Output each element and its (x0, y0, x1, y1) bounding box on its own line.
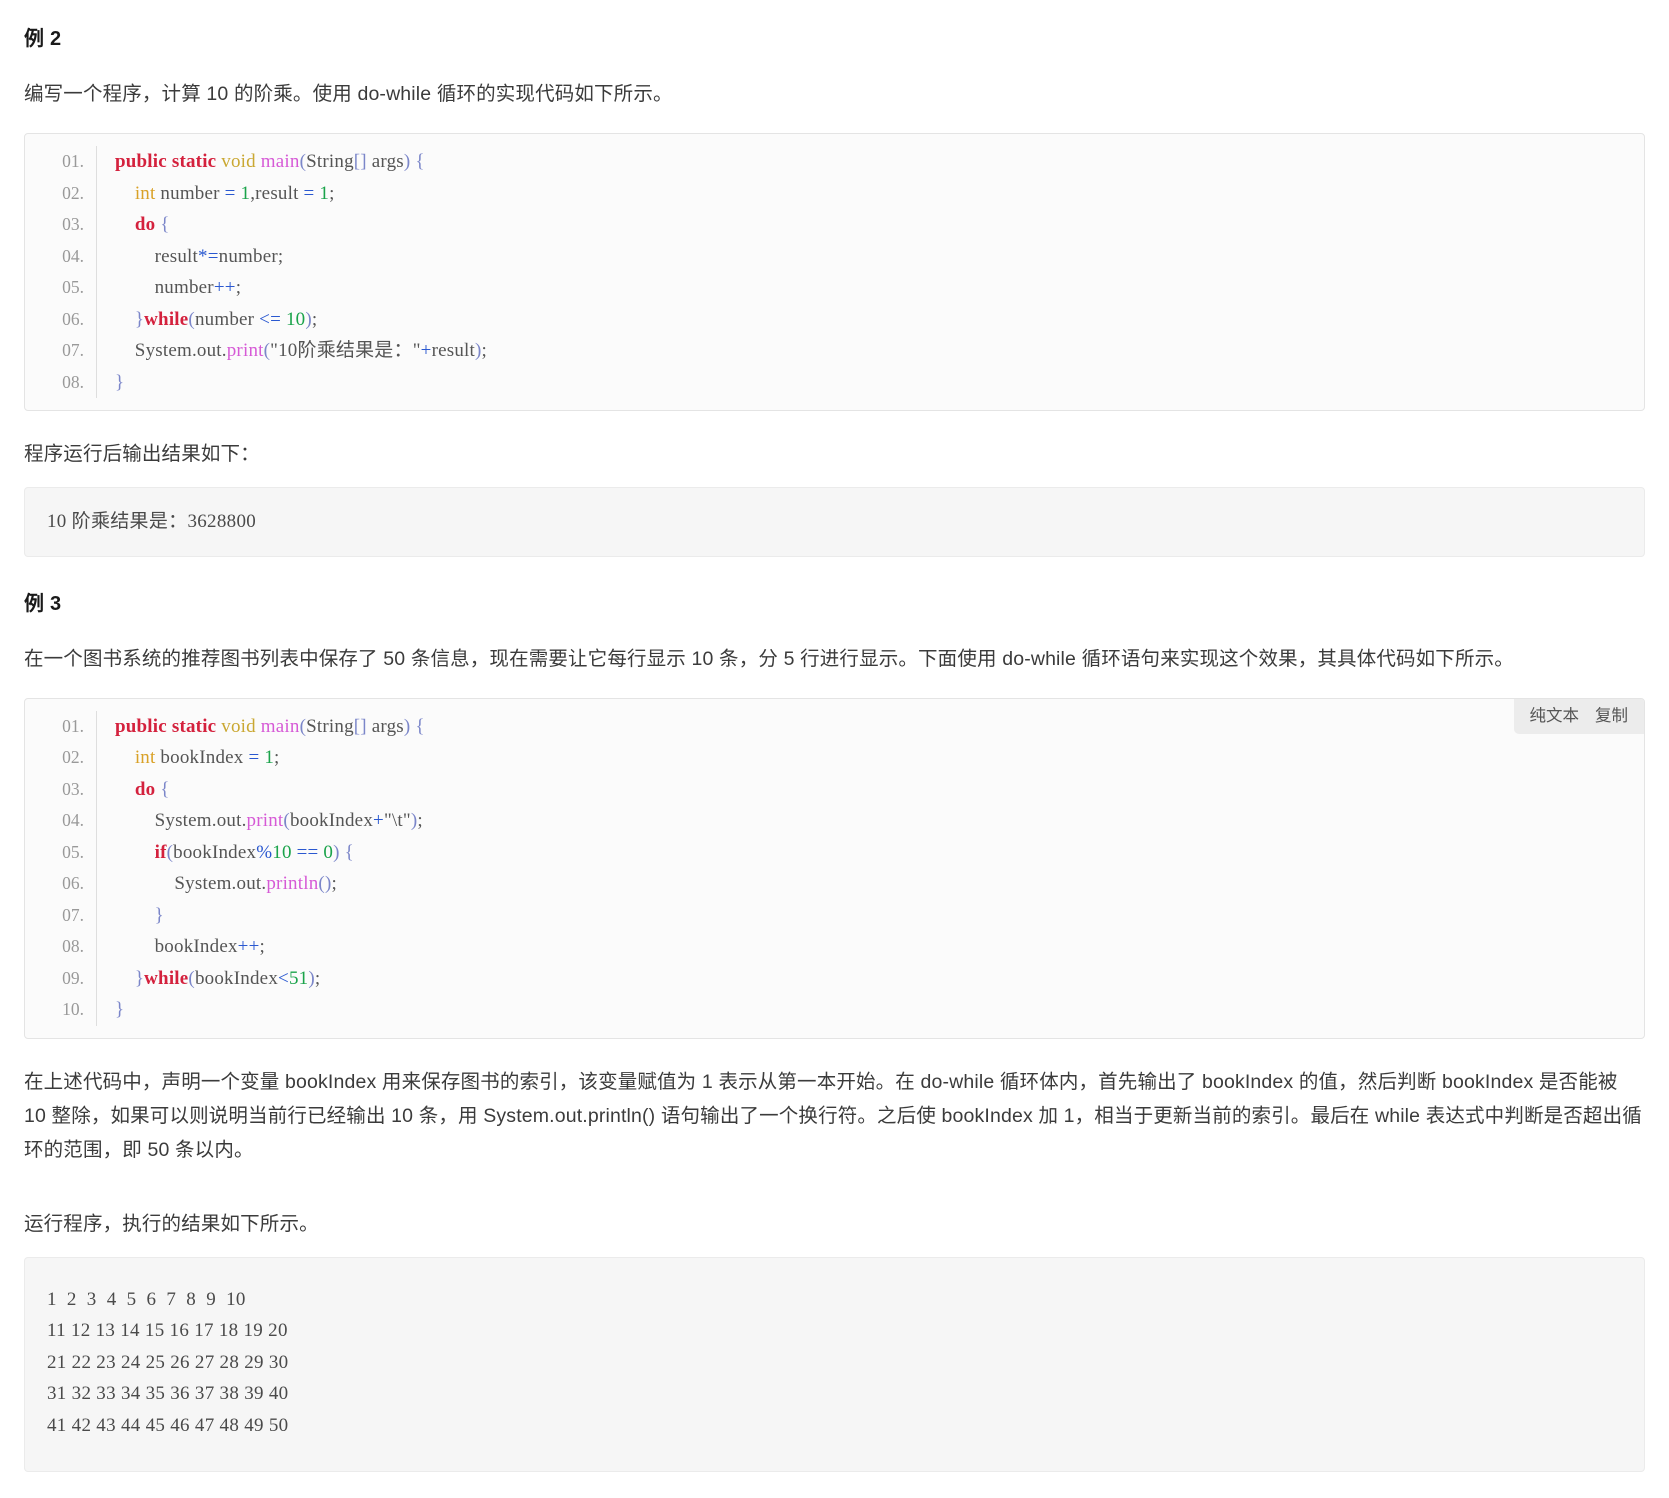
code-line: 02. int number = 1,result = 1; (25, 177, 1644, 209)
code-line-text: System.out.println(); (115, 873, 337, 894)
line-number: 05. (25, 836, 97, 868)
code-line: 06. System.out.println(); (25, 868, 1644, 900)
line-number: 03. (25, 209, 97, 241)
code-line: 02. int bookIndex = 1; (25, 742, 1644, 774)
line-number: 01. (25, 710, 97, 742)
code-line: 09. }while(bookIndex<51); (25, 962, 1644, 994)
line-number: 04. (25, 240, 97, 272)
line-number: 09. (25, 962, 97, 994)
code-line: 07. System.out.print("10阶乘结果是："+result); (25, 335, 1644, 367)
example-3-code-lines: 01. public static void main(String[] args… (25, 699, 1644, 1038)
code-line: 06. }while(number <= 10); (25, 303, 1644, 335)
output-row: 21 22 23 24 25 26 27 28 29 30 (47, 1351, 289, 1373)
example-2-code-block: 01. public static void main(String[] args… (24, 133, 1645, 411)
example-2-output-box: 10 阶乘结果是：3628800 (24, 487, 1645, 557)
code-line-text: } (154, 904, 164, 926)
line-number: 07. (25, 335, 97, 367)
example-3-heading: 例 3 (24, 592, 62, 615)
example-3-output-box: 1 2 3 4 5 6 7 8 9 10 11 12 13 14 15 16 17… (24, 1256, 1645, 1472)
code-line: 05. if(bookIndex%10 == 0) { (25, 836, 1644, 868)
code-line-text: System.out.print("10阶乘结果是："+result); (115, 340, 488, 361)
line-number: 08. (25, 366, 97, 398)
line-number: 02. (25, 742, 97, 774)
code-toolbar: 纯文本 复制 (1513, 698, 1644, 734)
code-line: 10.} (25, 994, 1644, 1026)
example-3-code-block: 纯文本 复制 01. public static void main(String… (24, 697, 1645, 1039)
code-line: 04. result*=number; (25, 240, 1644, 272)
output-row: 31 32 33 34 35 36 37 38 39 40 (47, 1383, 289, 1404)
code-line-text: int bookIndex = 1; (134, 747, 280, 768)
code-line-text: do { (134, 778, 170, 800)
code-line: 08. bookIndex++; (25, 931, 1644, 963)
copy-button[interactable]: 复制 (1595, 706, 1628, 726)
code-line-text: int number = 1,result = 1; (134, 182, 335, 204)
example-2-heading: 例 2 (24, 28, 62, 50)
code-line-text: public static void main(String[] args) { (115, 715, 425, 737)
output-row: 1 2 3 4 5 6 7 8 9 10 (47, 1288, 246, 1310)
output-row: 11 12 13 14 15 16 17 18 19 20 (47, 1320, 288, 1341)
code-line-text: } (115, 371, 125, 393)
code-line-text: number++; (115, 277, 242, 298)
example-3-run-caption: 运行程序，执行的结果如下所示。 (24, 1212, 319, 1235)
line-number: 07. (25, 899, 97, 931)
line-number: 06. (25, 868, 97, 900)
line-number: 08. (25, 931, 97, 963)
line-number: 06. (25, 303, 97, 335)
code-line-text: bookIndex++; (115, 936, 265, 957)
example-2-intro-paragraph: 编写一个程序，计算 10 的阶乘。使用 do-while 循环的实现代码如下所示… (24, 83, 673, 105)
line-number: 03. (25, 773, 97, 805)
example-3-intro-paragraph: 在一个图书系统的推荐图书列表中保存了 50 条信息，现在需要让它每行显示 10 … (24, 647, 1514, 670)
output-row: 41 42 43 44 45 46 47 48 49 50 (47, 1414, 289, 1436)
code-line-text: result*=number; (115, 245, 284, 267)
code-line-text: } (115, 999, 125, 1020)
code-line-text: System.out.print(bookIndex+"\t"); (115, 810, 423, 831)
code-line-text: do { (134, 214, 170, 235)
plain-text-button[interactable]: 纯文本 (1530, 706, 1580, 726)
example-3-explanation-paragraph: 在上述代码中，声明一个变量 bookIndex 用来保存图书的索引，该变量赋值为… (24, 1070, 1642, 1161)
code-line-text: }while(number <= 10); (134, 308, 318, 330)
line-number: 02. (25, 177, 97, 209)
code-line: 01. public static void main(String[] args… (25, 146, 1644, 178)
example-2-code-lines: 01. public static void main(String[] args… (25, 134, 1644, 410)
line-number: 05. (25, 272, 97, 304)
article-content: 例 2 编写一个程序，计算 10 的阶乘。使用 do-while 循环的实现代码… (0, 0, 1669, 1472)
code-line-text: public static void main(String[] args) { (115, 151, 425, 172)
code-line: 08.} (25, 366, 1644, 398)
code-line: 07. } (25, 899, 1644, 931)
line-number: 01. (25, 146, 97, 178)
code-line: 03. do { (25, 209, 1644, 241)
code-line: 01. public static void main(String[] args… (25, 710, 1644, 742)
example-2-output-caption: 程序运行后输出结果如下： (24, 443, 260, 465)
code-line: 04. System.out.print(bookIndex+"\t"); (25, 805, 1644, 837)
code-line: 03. do { (25, 773, 1644, 805)
code-line-text: }while(bookIndex<51); (134, 967, 321, 989)
code-line-text: if(bookIndex%10 == 0) { (154, 841, 354, 863)
line-number: 10. (25, 994, 97, 1026)
code-line: 05. number++; (25, 272, 1644, 304)
line-number: 04. (25, 805, 97, 837)
